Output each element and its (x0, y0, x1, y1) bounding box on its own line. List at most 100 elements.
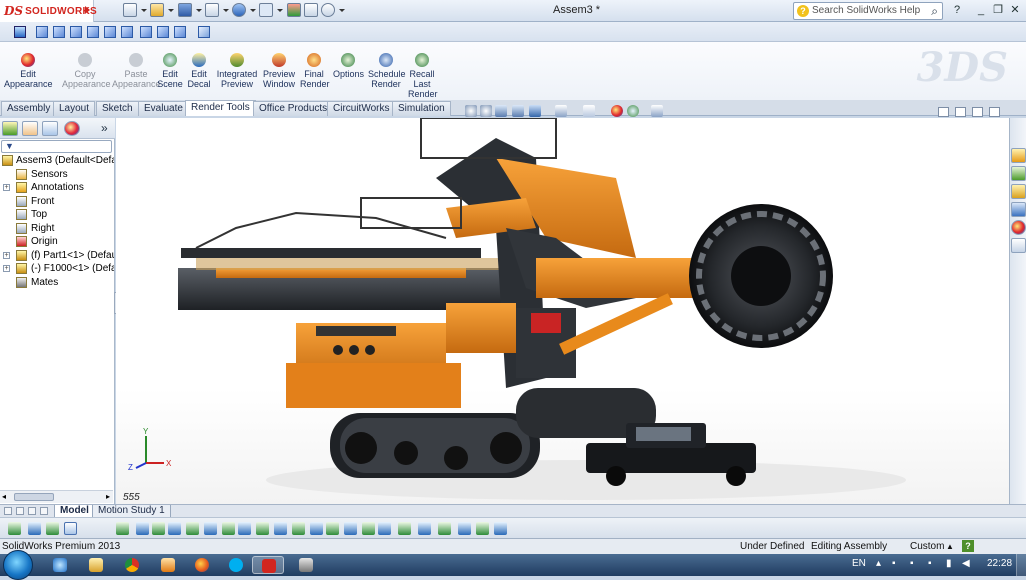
open-button[interactable] (150, 3, 166, 19)
rebuild-button[interactable] (287, 3, 303, 19)
file-properties-button[interactable] (304, 3, 320, 19)
back-view-icon[interactable] (53, 26, 65, 38)
tree-item-origin[interactable]: Origin (0, 235, 114, 249)
expand-toggle-icon[interactable]: + (3, 265, 10, 272)
view-palette-icon[interactable] (1011, 202, 1026, 217)
filter-points-icon[interactable] (186, 522, 199, 535)
taskbar-clock[interactable]: 22:28 (987, 558, 1012, 569)
tree-item-f-part1-1-default[interactable]: + (f) Part1<1> (Default (0, 249, 114, 263)
filter-toggle-icon[interactable] (8, 522, 21, 535)
new-dropdown-icon[interactable] (141, 9, 147, 12)
network-icon[interactable]: ▮ (946, 558, 952, 569)
status-help-icon[interactable]: ? (962, 540, 974, 552)
filter-centerlines-icon[interactable] (476, 522, 489, 535)
tab-office-products[interactable]: Office Products (253, 101, 334, 116)
schedule-render-button[interactable]: Schedule Render (368, 53, 406, 89)
edit-appearance-button[interactable]: Edit Appearance (4, 53, 53, 89)
tree-horizontal-scrollbar[interactable]: ◂ ▸ (0, 490, 113, 503)
filter-datums-icon[interactable] (310, 522, 323, 535)
view-settings-icon[interactable] (651, 105, 663, 117)
units-dropdown-icon[interactable]: ▲ (946, 539, 954, 554)
save-dropdown-icon[interactable] (196, 9, 202, 12)
taskbar-solidworks[interactable] (252, 556, 284, 574)
file-explorer-icon[interactable] (1011, 184, 1026, 199)
normal-to-icon[interactable] (14, 26, 26, 38)
viewport-restore-icon[interactable] (972, 107, 983, 117)
tree-item-assem3-default-default[interactable]: Assem3 (Default<Default (0, 154, 114, 168)
scroll-thumb[interactable] (14, 493, 54, 501)
new-document-button[interactable] (123, 3, 139, 19)
filter-gtol-icon[interactable] (274, 522, 287, 535)
tab-layout[interactable]: Layout (53, 101, 96, 116)
filter-axes-icon[interactable] (152, 522, 165, 535)
featuremanager-tab-icon[interactable] (2, 121, 18, 136)
filter-sketches-icon[interactable] (204, 522, 217, 535)
integrated-preview-button[interactable]: Integrated Preview (216, 53, 258, 89)
taskbar-video[interactable] (290, 556, 322, 574)
right-view-icon[interactable] (87, 26, 99, 38)
save-button[interactable] (178, 3, 194, 19)
tree-item-top[interactable]: Top (0, 208, 114, 222)
help-search-input[interactable]: ? Search SolidWorks Help ⌕ (793, 2, 943, 20)
filter-dimensions-icon[interactable] (238, 522, 251, 535)
displaymanager-tab-icon[interactable] (64, 121, 80, 136)
tab-simulation[interactable]: Simulation (392, 101, 451, 116)
tab-evaluate[interactable]: Evaluate (138, 101, 189, 116)
options-quick-button[interactable] (321, 3, 337, 19)
tab-last-icon[interactable] (40, 507, 48, 515)
filter-edges-icon[interactable] (46, 522, 59, 535)
options-dropdown-icon[interactable] (339, 9, 345, 12)
view-orientation-hud-icon[interactable] (529, 105, 541, 117)
scroll-left-icon[interactable]: ◂ (2, 492, 6, 501)
section-view-icon[interactable] (512, 105, 524, 117)
expand-toggle-icon[interactable]: + (3, 251, 10, 259)
select-dropdown-icon[interactable] (277, 9, 283, 12)
tree-item-annotations[interactable]: + Annotations (0, 181, 114, 195)
viewport-minimize-icon[interactable] (955, 107, 966, 117)
volume-icon[interactable]: ◀ (962, 558, 970, 569)
filter-notes-icon[interactable] (256, 522, 269, 535)
filter-mid-points-icon[interactable] (438, 522, 451, 535)
top-view-icon[interactable] (104, 26, 116, 38)
taskbar-ie[interactable] (44, 556, 76, 574)
filter-vertices-icon[interactable] (28, 522, 41, 535)
filter-center-marks-icon[interactable] (458, 522, 471, 535)
apply-scene-icon[interactable] (627, 105, 639, 117)
tab-prev-icon[interactable] (16, 507, 24, 515)
print-dropdown-icon[interactable] (223, 9, 229, 12)
hide-show-items-icon[interactable] (583, 105, 595, 117)
restore-button[interactable]: ❐ (991, 4, 1005, 17)
paste-appearance-button[interactable]: Paste Appearance (112, 53, 161, 89)
tray-expand-icon[interactable]: ▴ (876, 558, 881, 569)
close-button[interactable]: ✕ (1008, 4, 1022, 17)
taskbar-skype[interactable] (220, 556, 252, 574)
taskbar-firefox[interactable] (186, 556, 218, 574)
filter-hole-callouts-icon[interactable] (494, 522, 507, 535)
configurationmanager-tab-icon[interactable] (42, 121, 58, 136)
print-button[interactable] (205, 3, 221, 19)
graphics-area[interactable]: Y X Z 555 (116, 118, 1009, 504)
taskbar-explorer[interactable] (80, 556, 112, 574)
filter-cosmetic-threads-icon[interactable] (362, 522, 375, 535)
tab-assembly[interactable]: Assembly (1, 101, 57, 116)
tab-render-tools[interactable]: Render Tools (185, 100, 256, 116)
minimize-button[interactable]: _ (974, 4, 988, 17)
status-units[interactable]: Custom (910, 539, 944, 554)
scroll-right-icon[interactable]: ▸ (106, 492, 110, 501)
select-button[interactable] (259, 3, 275, 19)
undo-button[interactable] (232, 3, 248, 19)
zoom-to-fit-icon[interactable] (465, 105, 477, 117)
input-language[interactable]: EN (852, 558, 866, 569)
tree-item-right[interactable]: Right (0, 222, 114, 236)
custom-properties-icon[interactable] (1011, 238, 1026, 253)
previous-view-icon[interactable] (495, 105, 507, 117)
final-render-button[interactable]: Final Render (300, 53, 330, 89)
taskbar-chrome[interactable] (116, 556, 148, 574)
display-style-icon[interactable] (555, 105, 567, 117)
view-orientation-icon[interactable] (198, 26, 210, 38)
tree-item-f1000-1-default[interactable]: + (-) F1000<1> (Default (0, 262, 114, 276)
tab-next-icon[interactable] (28, 507, 36, 515)
filter-routing-points-icon[interactable] (418, 522, 431, 535)
expand-panel-icon[interactable]: » (101, 121, 108, 135)
filter-dowel-pins-icon[interactable] (378, 522, 391, 535)
